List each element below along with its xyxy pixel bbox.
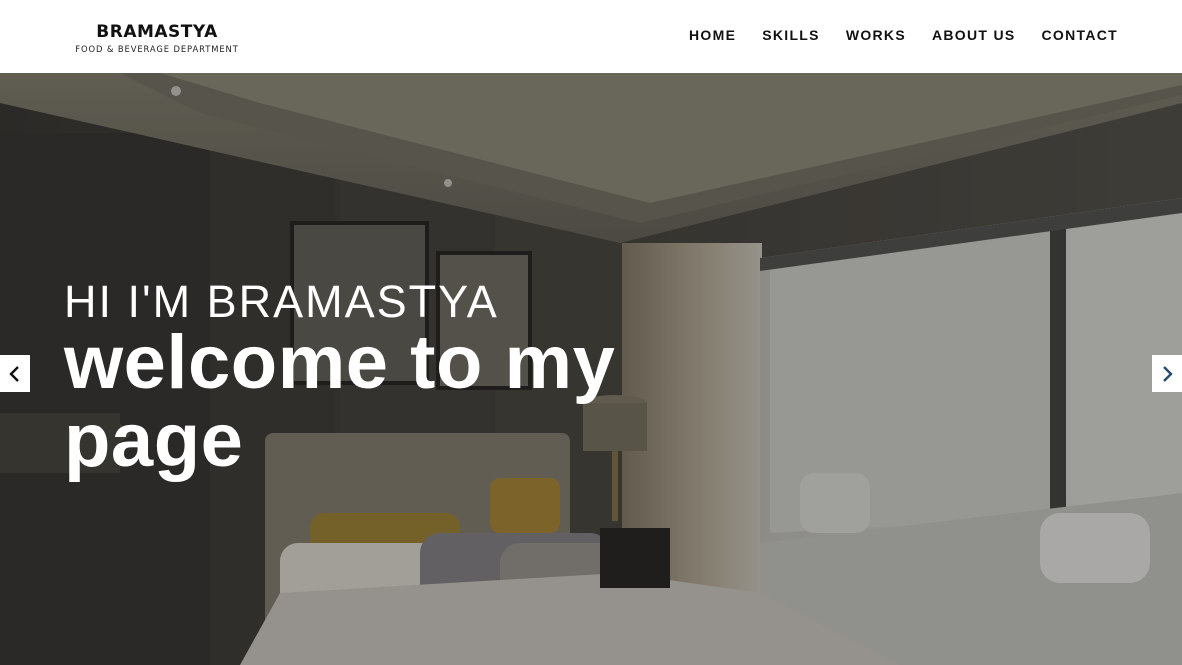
logo-tagline: FOOD & BEVERAGE DEPARTMENT <box>75 44 239 54</box>
chevron-left-icon <box>9 365 19 382</box>
slider-next-button[interactable] <box>1152 355 1182 392</box>
logo-name: BRAMASTYA <box>96 22 218 42</box>
hero-title: welcome to my page <box>64 320 616 483</box>
nav-about-us[interactable]: ABOUT US <box>932 27 1016 43</box>
hero-slider: HI I'M BRAMASTYA welcome to my page <box>0 73 1182 665</box>
hero-kicker: HI I'M BRAMASTYA <box>64 276 499 327</box>
hero-text: HI I'M BRAMASTYA welcome to my page <box>64 278 664 480</box>
nav-home[interactable]: HOME <box>689 27 736 43</box>
nav-contact[interactable]: CONTACT <box>1042 27 1119 43</box>
main-nav: HOME SKILLS WORKS ABOUT US CONTACT <box>689 27 1118 43</box>
logo[interactable]: BRAMASTYA FOOD & BEVERAGE DEPARTMENT <box>68 22 248 54</box>
slider-prev-button[interactable] <box>0 355 30 392</box>
site-header: BRAMASTYA FOOD & BEVERAGE DEPARTMENT HOM… <box>0 0 1182 73</box>
chevron-right-icon <box>1163 365 1173 382</box>
nav-works[interactable]: WORKS <box>846 27 906 43</box>
nav-skills[interactable]: SKILLS <box>762 27 820 43</box>
